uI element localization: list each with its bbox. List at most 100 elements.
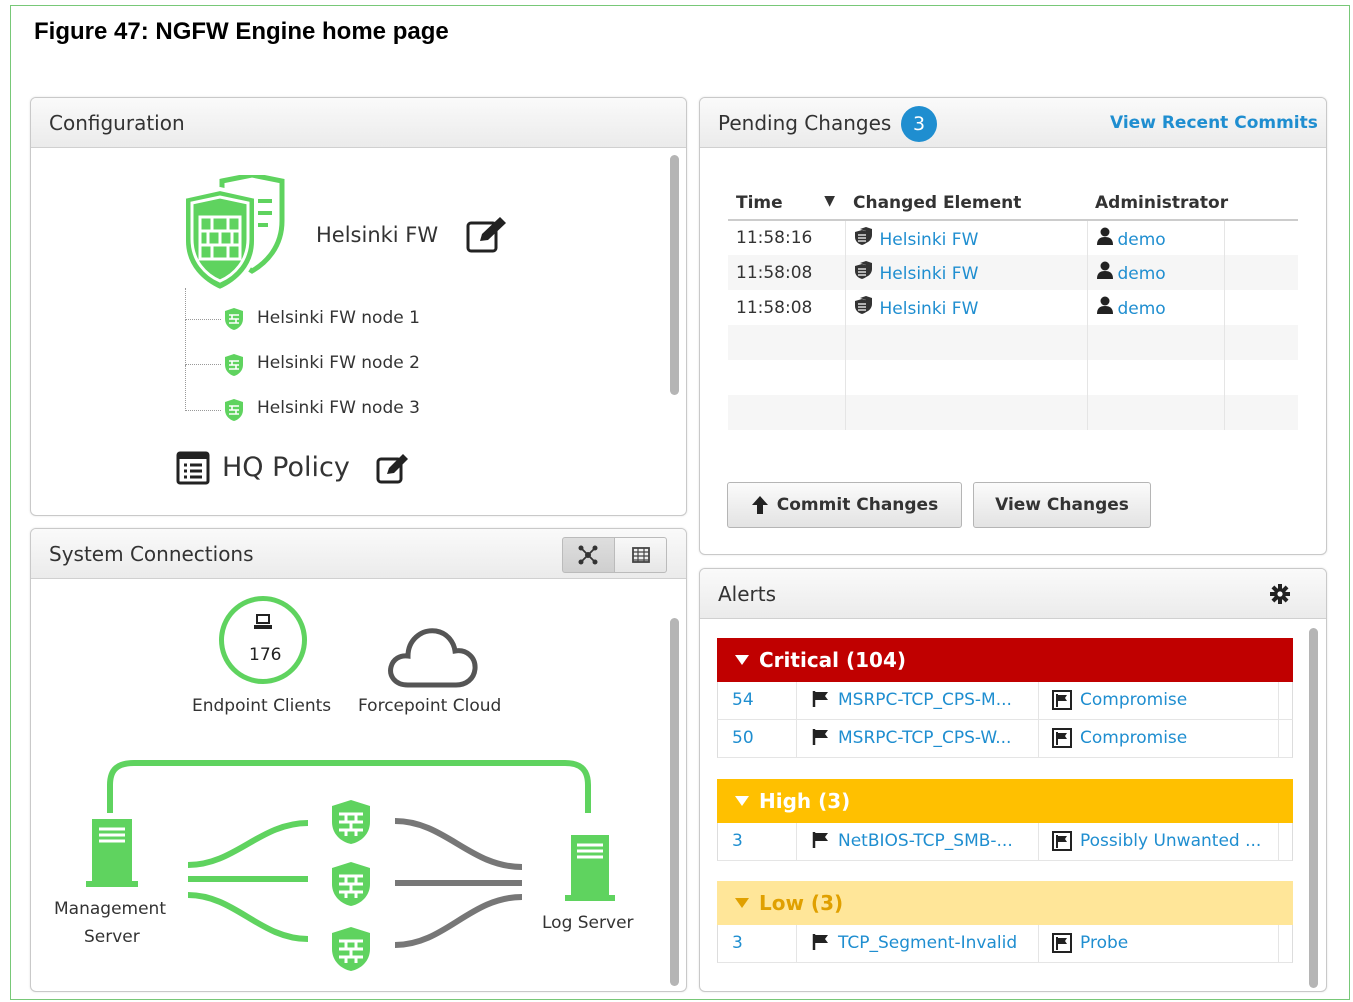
alert-name[interactable]: MSRPC-TCP_CPS-M... [838,690,1012,710]
row-element[interactable]: Helsinki FW [845,220,1088,255]
row-admin[interactable]: demo [1087,290,1225,325]
table-row-empty [728,395,1298,430]
flag-icon [812,728,830,751]
user-icon [1096,296,1118,319]
forcepoint-cloud-label: Forcepoint Cloud [358,696,502,716]
row-admin[interactable]: demo [1087,220,1225,255]
firewall-element-icon [854,296,874,319]
log-server-label: Log Server [542,913,634,933]
alert-category[interactable]: Possibly Unwanted ... [1080,831,1261,851]
sort-desc-icon[interactable]: ▼ [824,193,835,209]
table-row-empty [728,325,1298,360]
engine-name[interactable]: Helsinki FW [316,223,438,247]
changed-element-column-header[interactable]: Changed Element [845,186,1087,221]
low-severity-header[interactable]: Low (3) [717,881,1293,925]
firewall-node-icon[interactable] [329,925,373,973]
alert-row[interactable]: 50 MSRPC-TCP_CPS-W... Compromise [717,720,1293,758]
alert-name[interactable]: MSRPC-TCP_CPS-W... [838,728,1011,748]
table-row-empty [728,360,1298,395]
log-server-icon[interactable] [565,833,615,901]
firewall-node-icon [225,354,243,376]
table-row[interactable]: 11:58:08 Helsinki FW demo [728,290,1298,325]
table-view-toggle[interactable] [614,537,667,573]
row-empty-cell [1224,220,1298,255]
configuration-title: Configuration [49,111,185,135]
alert-category[interactable]: Compromise [1080,690,1187,710]
node-1-label[interactable]: Helsinki FW node 1 [257,308,420,328]
flag-icon [812,933,830,956]
configuration-scrollbar[interactable] [670,155,679,395]
policy-name[interactable]: HQ Policy [222,452,350,483]
endpoint-clients-node[interactable] [219,596,307,684]
row-time: 11:58:08 [728,290,846,325]
endpoint-clients-label: Endpoint Clients [192,696,332,716]
alert-row[interactable]: 54 MSRPC-TCP_CPS-M... Compromise [717,682,1293,720]
commit-changes-button[interactable]: Commit Changes [727,482,962,528]
edit-engine-icon[interactable] [466,215,508,253]
low-label: Low (3) [759,891,844,915]
alert-row[interactable]: 3 TCP_Segment-Invalid Probe [717,925,1293,963]
firewall-element-icon [854,261,874,284]
high-label: High (3) [759,789,851,813]
row-admin[interactable]: demo [1087,255,1225,290]
alert-count[interactable]: 3 [732,831,743,851]
alert-count[interactable]: 3 [732,933,743,953]
critical-severity-header[interactable]: Critical (104) [717,638,1293,682]
time-column-header[interactable]: Time ▼ [728,186,845,221]
management-server-label-line2: Server [84,927,140,947]
view-recent-commits-link[interactable]: View Recent Commits [1110,113,1318,133]
firewall-node-icon[interactable] [329,860,373,908]
firewall-cluster-icon [182,175,285,293]
gear-icon[interactable] [1269,583,1291,605]
alert-category[interactable]: Probe [1080,933,1128,953]
table-row[interactable]: 11:58:08 Helsinki FW demo [728,255,1298,290]
configuration-panel: Configuration [30,97,687,516]
firewall-node-icon[interactable] [329,798,373,846]
alerts-title: Alerts [718,582,777,606]
administrator-column-header[interactable]: Administrator [1087,186,1298,221]
diagram-view-toggle[interactable] [562,537,615,573]
pending-count-badge: 3 [901,106,937,142]
table-row[interactable]: 11:58:16 Helsinki FW demo [728,220,1298,255]
laptop-icon [254,614,272,629]
management-server-icon[interactable] [86,817,138,887]
management-server-label-line1: Management [54,899,166,919]
alert-row[interactable]: 3 NetBIOS-TCP_SMB-... Possibly Unwanted … [717,823,1293,861]
firewall-element-icon [854,226,874,250]
alert-category[interactable]: Compromise [1080,728,1187,748]
alerts-header: Alerts [700,569,1326,619]
collapse-triangle-icon [735,796,749,806]
view-changes-button[interactable]: View Changes [973,482,1151,528]
table-icon [632,547,650,563]
collapse-triangle-icon [735,898,749,908]
tree-connector [185,365,221,411]
category-flag-icon [1052,933,1072,958]
category-flag-icon [1052,831,1072,856]
critical-label: Critical (104) [759,648,907,672]
row-time: 11:58:16 [728,220,846,255]
node-3-label[interactable]: Helsinki FW node 3 [257,398,420,418]
alert-count[interactable]: 54 [732,690,754,710]
network-diagram-icon [578,545,598,565]
system-connections-scrollbar[interactable] [670,618,679,986]
category-flag-icon [1052,690,1072,715]
row-empty-cell [1224,290,1298,325]
pending-changes-table: Time ▼ Changed Element Administrator 11:5… [728,186,1298,430]
alerts-scrollbar[interactable] [1309,628,1318,988]
row-element[interactable]: Helsinki FW [845,255,1088,290]
alert-name[interactable]: NetBIOS-TCP_SMB-... [838,831,1013,851]
edit-policy-icon[interactable] [376,452,410,484]
tree-connector [185,320,221,365]
figure-title: Figure 47: NGFW Engine home page [34,18,449,45]
alert-count[interactable]: 50 [732,728,754,748]
node-2-label[interactable]: Helsinki FW node 2 [257,353,420,373]
category-flag-icon [1052,728,1072,753]
system-connections-title: System Connections [49,542,254,566]
cloud-icon[interactable] [386,625,480,689]
arrow-up-icon [751,496,768,514]
alert-name[interactable]: TCP_Segment-Invalid [838,933,1017,953]
endpoint-count: 176 [249,645,282,665]
high-severity-header[interactable]: High (3) [717,779,1293,823]
row-element[interactable]: Helsinki FW [845,290,1088,325]
user-icon [1096,227,1118,250]
